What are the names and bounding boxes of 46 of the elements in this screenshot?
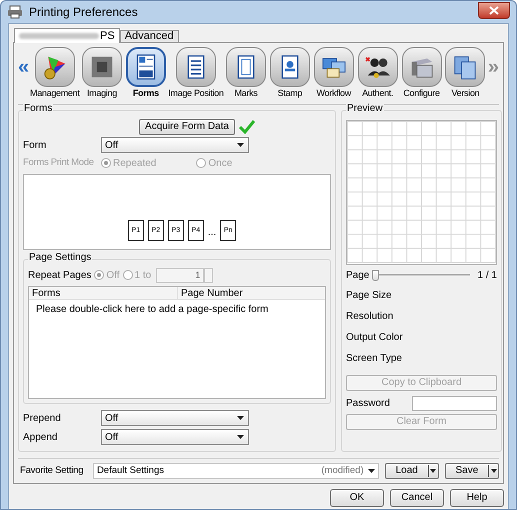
page-reading: 1 / 1 [478,268,497,282]
group-title: Preview [346,104,384,114]
slider-thumb[interactable] [372,270,379,280]
dropdown[interactable]: Off [101,410,249,426]
tab[interactable]: PS [14,28,120,43]
favorite-dropdown[interactable]: Default Settings (modified) [92,463,379,479]
radio-label: 1 to [134,268,152,282]
field-label: Favorite Setting [19,464,84,478]
printer-icon [7,5,23,19]
close-icon [489,6,499,14]
caret-icon [237,416,244,420]
caret-icon [237,435,244,439]
info-label: Page Size [346,289,393,303]
acquire-form-data-button[interactable]: Acquire Form Data [139,119,235,135]
password-field[interactable] [412,396,497,411]
caret-icon [490,469,496,473]
close-button[interactable] [478,2,510,18]
split-button[interactable]: Save [444,463,499,479]
dialog-button[interactable]: Cancel [390,489,444,507]
caret-icon [430,469,436,473]
group-title: Forms [23,104,54,114]
dialog-button[interactable]: OK [330,489,384,507]
field-label: Prepend [23,412,62,426]
dropdown[interactable]: Off [101,429,249,445]
info-label: Resolution [346,310,394,324]
caret-icon [368,469,375,473]
field-label: Repeat Pages [28,268,92,282]
field-label: Forms Print Mode [23,156,95,170]
tab[interactable]: Advanced [120,30,179,43]
radio-label: Once [208,156,232,170]
caret-icon [237,143,244,147]
info-label: Screen Type [346,352,403,366]
scroll-left-button[interactable]: « [18,57,30,77]
split-button[interactable]: Load [384,463,439,479]
field-label: Append [23,430,58,444]
field-label: Page [346,268,370,282]
info-label: Output Color [346,331,404,345]
ellipsis-text: ... [208,228,216,238]
dialog-button[interactable]: Help [450,489,504,507]
field-label: Password [346,397,391,411]
field-label: Form [23,138,48,152]
window-title: Printing Preferences [29,4,138,21]
group-title: Page Settings [28,253,92,263]
radio-label: Repeated [113,156,156,170]
radio-label: Off [106,268,120,282]
dropdown[interactable]: Off [101,137,249,153]
